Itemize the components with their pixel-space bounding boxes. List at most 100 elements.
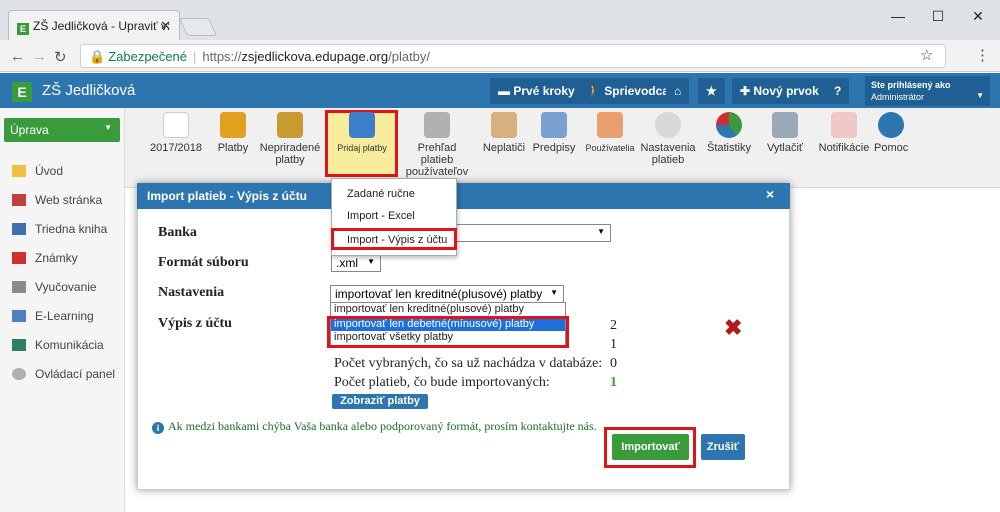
back-arrow-icon[interactable]: ←: [10, 48, 25, 65]
user-menu[interactable]: Ste prihlásený ako Administrátor ▼: [865, 76, 990, 106]
chevron-down-icon: ▼: [367, 257, 375, 266]
info-icon: i: [152, 422, 164, 434]
url-input[interactable]: 🔒 Zabezpečené | https://zsjedlickova.edupag…: [80, 44, 946, 68]
elearning-icon: [12, 310, 26, 322]
tab-close-icon[interactable]: ✕: [160, 18, 171, 34]
menu-item-manual[interactable]: Zadané ručne: [347, 188, 415, 200]
toolbar-users[interactable]: Používatelia: [582, 112, 638, 154]
toolbar-settings[interactable]: Nastavenia platieb: [640, 112, 696, 166]
sidebar-item-teaching[interactable]: Vyučovanie: [12, 280, 97, 294]
bank-label: Banka: [158, 225, 197, 240]
stat-db-value: 0: [610, 356, 617, 371]
maximize-button[interactable]: ☐: [918, 4, 958, 28]
dialog-close-icon[interactable]: ×: [766, 186, 774, 202]
reload-icon[interactable]: ↻: [54, 48, 67, 66]
info-note: i Ak medzi bankami chýba Vaša banka alebo…: [152, 419, 597, 434]
toolbar-notifications[interactable]: Notifikácie: [816, 112, 872, 154]
toolbar-print[interactable]: Vytlačiť: [760, 112, 810, 154]
sidebar-item-intro[interactable]: Úvod: [12, 164, 63, 178]
stat-import-label: Počet platieb, čo bude importovaných:: [334, 375, 550, 390]
toolbar-overview[interactable]: Prehľad platieb používateľov: [400, 112, 474, 178]
school-name: ZŠ Jedličková: [42, 82, 136, 99]
teaching-icon: [12, 281, 26, 293]
forward-arrow-icon[interactable]: →: [32, 48, 47, 65]
sidebar-section-edit[interactable]: Úprava ▼: [4, 118, 120, 142]
new-item-button[interactable]: ✚ Nový prvok: [732, 78, 827, 104]
star-icon: [12, 165, 26, 177]
stat-value-2: 1: [610, 337, 617, 352]
home-icon[interactable]: ⌂: [666, 78, 690, 104]
money-bag-icon: [491, 112, 517, 138]
help-button[interactable]: ?: [826, 78, 850, 104]
chevron-down-icon: ▼: [976, 91, 984, 100]
minimize-button[interactable]: —: [878, 4, 918, 28]
printer-icon: [772, 112, 798, 138]
toolbar-prescriptions[interactable]: Predpisy: [532, 112, 576, 154]
format-select[interactable]: .xml ▼: [331, 254, 381, 272]
school-year-selector[interactable]: 2017/2018: [145, 112, 207, 154]
users-icon: [597, 112, 623, 138]
format-label: Formát súboru: [158, 255, 249, 270]
edupage-favicon: E: [17, 23, 29, 35]
url-domain: zsjedlickova.edupage.org: [241, 49, 389, 64]
edupage-logo: E: [12, 82, 32, 102]
toolbar-non-payers[interactable]: Neplatiči: [480, 112, 528, 154]
menu-highlight: [331, 228, 457, 250]
first-steps-button[interactable]: ▬ Prvé kroky: [490, 78, 583, 104]
window-close-button[interactable]: ✕: [958, 4, 998, 28]
calendar-icon: [163, 112, 189, 138]
grades-icon: [12, 252, 26, 264]
chevron-down-icon: ▼: [597, 227, 605, 236]
sidebar-item-communication[interactable]: Komunikácia: [12, 338, 104, 352]
secure-label: Zabezpečené: [108, 49, 187, 64]
communication-icon: [12, 339, 26, 351]
user-role: Administrátor: [871, 92, 925, 102]
user-caption: Ste prihlásený ako: [871, 80, 951, 90]
gear-icon: [655, 112, 681, 138]
toolbar-unassigned[interactable]: Nepriradené platby: [258, 112, 322, 166]
stat-value-1: 2: [610, 318, 617, 333]
url-path: /platby/: [388, 49, 431, 64]
show-payments-button[interactable]: Zobraziť platby: [332, 394, 428, 409]
sidebar-item-web[interactable]: Web stránka: [12, 193, 102, 207]
settings-select[interactable]: importovať len kreditné(plusové) platby ▼: [330, 285, 564, 303]
toolbar-add-payments[interactable]: Pridaj platby: [330, 112, 394, 154]
favorites-star-icon[interactable]: ★: [698, 78, 725, 104]
browser-tab[interactable]: E ZŠ Jedličková - Upraviť v: ✕: [8, 10, 180, 40]
web-icon: [12, 194, 26, 206]
dialog-title: Import platieb - Výpis z účtu: [137, 183, 790, 209]
lock-icon: 🔒: [89, 49, 106, 64]
sidebar-item-control-panel[interactable]: Ovládací panel: [12, 367, 115, 381]
coins-icon: [220, 112, 246, 138]
toolbar-statistics[interactable]: Štatistiky: [706, 112, 752, 154]
chevron-down-icon: ▼: [550, 288, 558, 297]
documents-icon: [541, 112, 567, 138]
chevron-down-icon: ▼: [104, 123, 112, 132]
listbox-highlight: [327, 316, 569, 348]
bookmark-star-icon[interactable]: ☆: [920, 46, 933, 64]
stat-db-label: Počet vybraných, čo sa už nachádza v dat…: [334, 356, 603, 371]
address-bar-area: ← → ↻ 🔒 Zabezpečené | https://zsjedlickova.…: [0, 40, 1000, 72]
report-icon: [424, 112, 450, 138]
phone-icon: [831, 112, 857, 138]
delete-x-icon[interactable]: ✖: [724, 315, 742, 341]
cancel-button[interactable]: Zrušiť: [701, 434, 745, 460]
sidebar-item-grades[interactable]: Známky: [12, 251, 78, 265]
settings-option-credit[interactable]: importovať len kreditné(plusové) platby: [331, 303, 565, 316]
help-icon: [878, 112, 904, 138]
sidebar-item-classbook[interactable]: Triedna kniha: [12, 222, 107, 236]
book-icon: [12, 223, 26, 235]
menu-item-excel[interactable]: Import - Excel: [347, 210, 415, 222]
tab-title: ZŠ Jedličková - Upraviť v:: [33, 19, 171, 33]
pie-chart-icon: [716, 112, 742, 138]
toolbar-payments[interactable]: Platby: [213, 112, 253, 154]
import-button[interactable]: Importovať: [612, 434, 689, 460]
toolbar-help[interactable]: Pomoc: [874, 112, 908, 154]
sidebar-item-elearning[interactable]: E-Learning: [12, 309, 94, 323]
guide-button[interactable]: 🚶 Sprievodca: [578, 78, 677, 104]
control-panel-icon: [12, 368, 26, 380]
browser-menu-icon[interactable]: ⋮: [975, 46, 990, 64]
add-coins-icon: [349, 112, 375, 138]
url-scheme: https://: [202, 49, 242, 64]
settings-label: Nastavenia: [158, 285, 225, 300]
